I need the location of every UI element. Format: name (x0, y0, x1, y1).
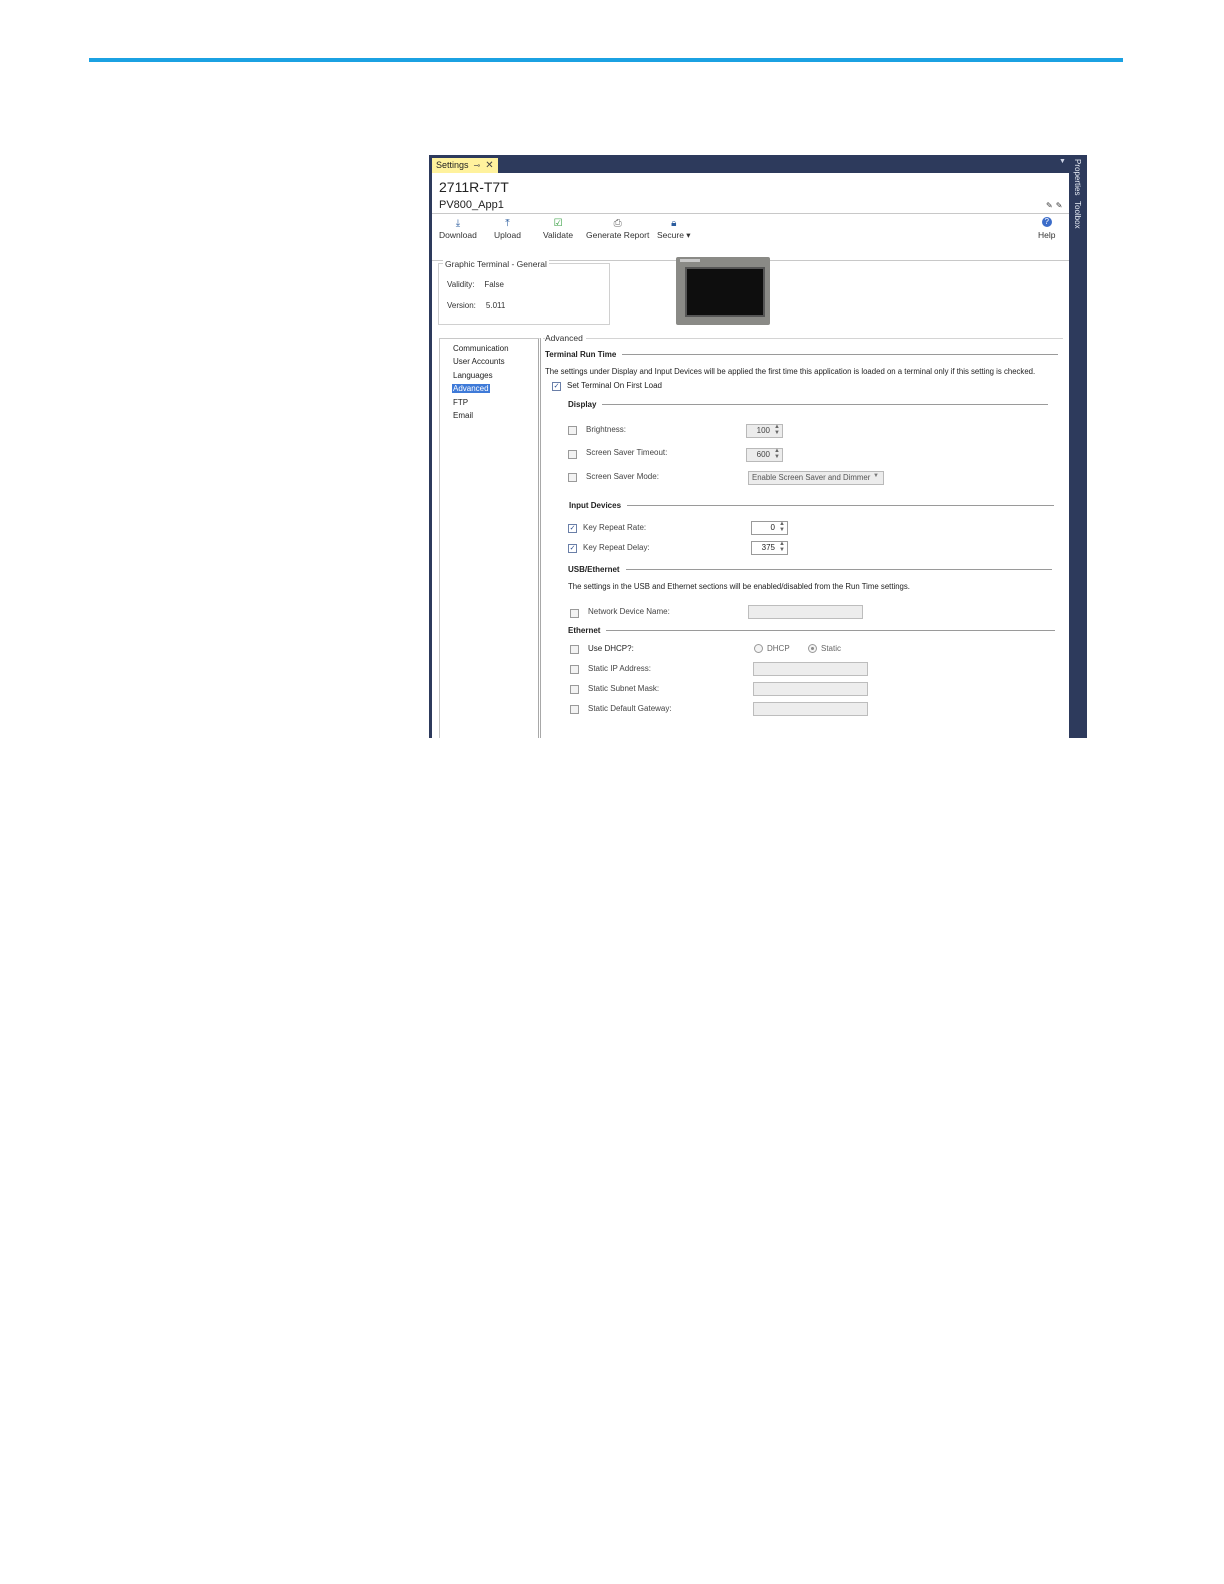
input-devices-heading: Input Devices (569, 501, 1055, 510)
nav-item-email[interactable]: Email (452, 411, 474, 420)
static-radio-dot (808, 644, 817, 653)
help-label: Help (1038, 230, 1056, 240)
validity-label: Validity: (447, 280, 475, 289)
terminal-logo (680, 259, 700, 262)
static-ip-field[interactable] (753, 662, 868, 676)
edit-icon[interactable]: ✎✎ (1046, 201, 1065, 210)
static-gateway-label: Static Default Gateway: (588, 704, 672, 713)
settings-nav: Communication User Accounts Languages Ad… (439, 338, 541, 738)
key-repeat-rate-checkbox[interactable]: ✓ (568, 524, 577, 533)
key-repeat-delay-label: Key Repeat Delay: (583, 543, 650, 552)
pin-icon[interactable]: ⊸ (474, 158, 481, 173)
advanced-panel: Advanced Terminal Run Time The settings … (543, 333, 1063, 738)
help-icon: ? (1041, 217, 1052, 227)
screen-saver-mode-select[interactable]: Enable Screen Saver and Dimmer ▼ (748, 471, 884, 485)
settings-window: Settings ⊸ ✕ ▼ Properties Toolbox 2711R-… (429, 155, 1087, 738)
page-top-rule (89, 58, 1123, 62)
terminal-screen (685, 267, 765, 317)
dhcp-radio[interactable]: DHCP (754, 644, 790, 653)
secure-label: Secure ▾ (657, 230, 691, 240)
screen-saver-timeout-checkbox[interactable] (568, 450, 577, 459)
static-ip-checkbox[interactable] (570, 665, 579, 674)
static-subnet-checkbox[interactable] (570, 685, 579, 694)
nav-item-communication[interactable]: Communication (452, 344, 510, 353)
upload-label: Upload (494, 230, 521, 240)
terminal-run-time-heading: Terminal Run Time (545, 350, 1059, 359)
screen-saver-mode-label: Screen Saver Mode: (586, 472, 659, 481)
use-dhcp-checkbox[interactable] (570, 645, 579, 654)
document-tab-bar: Settings ⊸ ✕ ▼ (429, 155, 1069, 173)
validate-button[interactable]: ☑ Validate (543, 217, 573, 240)
settings-content: 2711R-T7T PV800_App1 ✎✎ ⤓ Download ⤒ Upl… (432, 173, 1069, 738)
printer-icon: ⎙ (613, 218, 622, 229)
screen-saver-mode-checkbox[interactable] (568, 473, 577, 482)
validity-value: False (484, 280, 504, 289)
upload-button[interactable]: ⤒ Upload (494, 217, 521, 240)
dhcp-radio-dot (754, 644, 763, 653)
general-info-title: Graphic Terminal - General (443, 259, 549, 269)
download-icon: ⤓ (455, 218, 461, 229)
tab-settings[interactable]: Settings ⊸ ✕ (432, 158, 498, 173)
device-title: 2711R-T7T (439, 179, 509, 195)
validate-label: Validate (543, 230, 574, 240)
use-dhcp-label: Use DHCP?: (588, 644, 634, 653)
network-device-name-field[interactable] (748, 605, 863, 619)
side-tab-toolbox[interactable]: Toolbox (1073, 201, 1082, 229)
tab-settings-label: Settings (436, 160, 469, 170)
screen-saver-timeout-stepper[interactable]: 600 ▲ ▼ (746, 448, 783, 462)
static-subnet-field[interactable] (753, 682, 868, 696)
terminal-image (676, 257, 770, 325)
general-info-box: Graphic Terminal - General Validity: Fals… (438, 259, 610, 325)
ethernet-heading: Ethernet (568, 626, 1056, 635)
download-label: Download (439, 230, 477, 240)
terminal-run-time-note: The settings under Display and Input Dev… (545, 367, 1036, 376)
brightness-label: Brightness: (586, 425, 627, 434)
tab-dropdown-icon[interactable]: ▼ (1059, 158, 1066, 165)
usb-ethernet-note: The settings in the USB and Ethernet sec… (568, 582, 910, 591)
version-row: Version: 5.011 (447, 301, 505, 310)
brightness-stepper[interactable]: 100 ▲ ▼ (746, 424, 783, 438)
download-button[interactable]: ⤓ Download (439, 217, 477, 240)
set-terminal-on-first-load-label: Set Terminal On First Load (567, 381, 663, 390)
application-name: PV800_App1 (439, 199, 504, 211)
key-repeat-delay-stepper[interactable]: 375 ▲ ▼ (751, 541, 788, 555)
nav-item-user-accounts[interactable]: User Accounts (452, 357, 506, 366)
static-subnet-label: Static Subnet Mask: (588, 684, 660, 693)
generate-report-label: Generate Report (586, 230, 650, 240)
help-button[interactable]: ? Help (1038, 217, 1055, 240)
network-device-name-checkbox[interactable] (570, 609, 579, 618)
key-repeat-rate-stepper[interactable]: 0 ▲ ▼ (751, 521, 788, 535)
side-tab-properties[interactable]: Properties (1073, 159, 1082, 195)
static-ip-label: Static IP Address: (588, 664, 651, 673)
key-repeat-delay-checkbox[interactable]: ✓ (568, 544, 577, 553)
advanced-title: Advanced (545, 333, 586, 343)
close-icon[interactable]: ✕ (485, 158, 493, 173)
nav-item-ftp[interactable]: FTP (452, 398, 469, 407)
version-value: 5.011 (485, 301, 506, 310)
static-gateway-field[interactable] (753, 702, 868, 716)
key-repeat-rate-label: Key Repeat Rate: (583, 523, 647, 532)
set-terminal-on-first-load-checkbox[interactable]: ✓ (552, 382, 561, 391)
display-heading: Display (568, 400, 1049, 409)
screen-saver-timeout-label: Screen Saver Timeout: (586, 448, 668, 457)
toolbar: ⤓ Download ⤒ Upload ☑ Validate ⎙ Generat… (432, 213, 1069, 261)
validate-icon: ☑ (553, 218, 563, 229)
secure-button[interactable]: 🔒︎ Secure ▾ (657, 217, 691, 241)
generate-report-button[interactable]: ⎙ Generate Report (586, 217, 649, 240)
upload-icon: ⤒ (505, 218, 510, 229)
version-label: Version: (447, 301, 476, 310)
network-device-name-label: Network Device Name: (588, 607, 670, 616)
static-radio[interactable]: Static (808, 644, 841, 653)
usb-ethernet-heading: USB/Ethernet (568, 565, 1052, 574)
nav-item-advanced[interactable]: Advanced (452, 384, 490, 393)
validity-row: Validity: False (447, 280, 504, 289)
static-gateway-checkbox[interactable] (570, 705, 579, 714)
brightness-checkbox[interactable] (568, 426, 577, 435)
side-panel-strip: Properties Toolbox (1069, 155, 1087, 738)
nav-item-languages[interactable]: Languages (452, 371, 494, 380)
lock-icon: 🔒︎ (671, 218, 677, 229)
